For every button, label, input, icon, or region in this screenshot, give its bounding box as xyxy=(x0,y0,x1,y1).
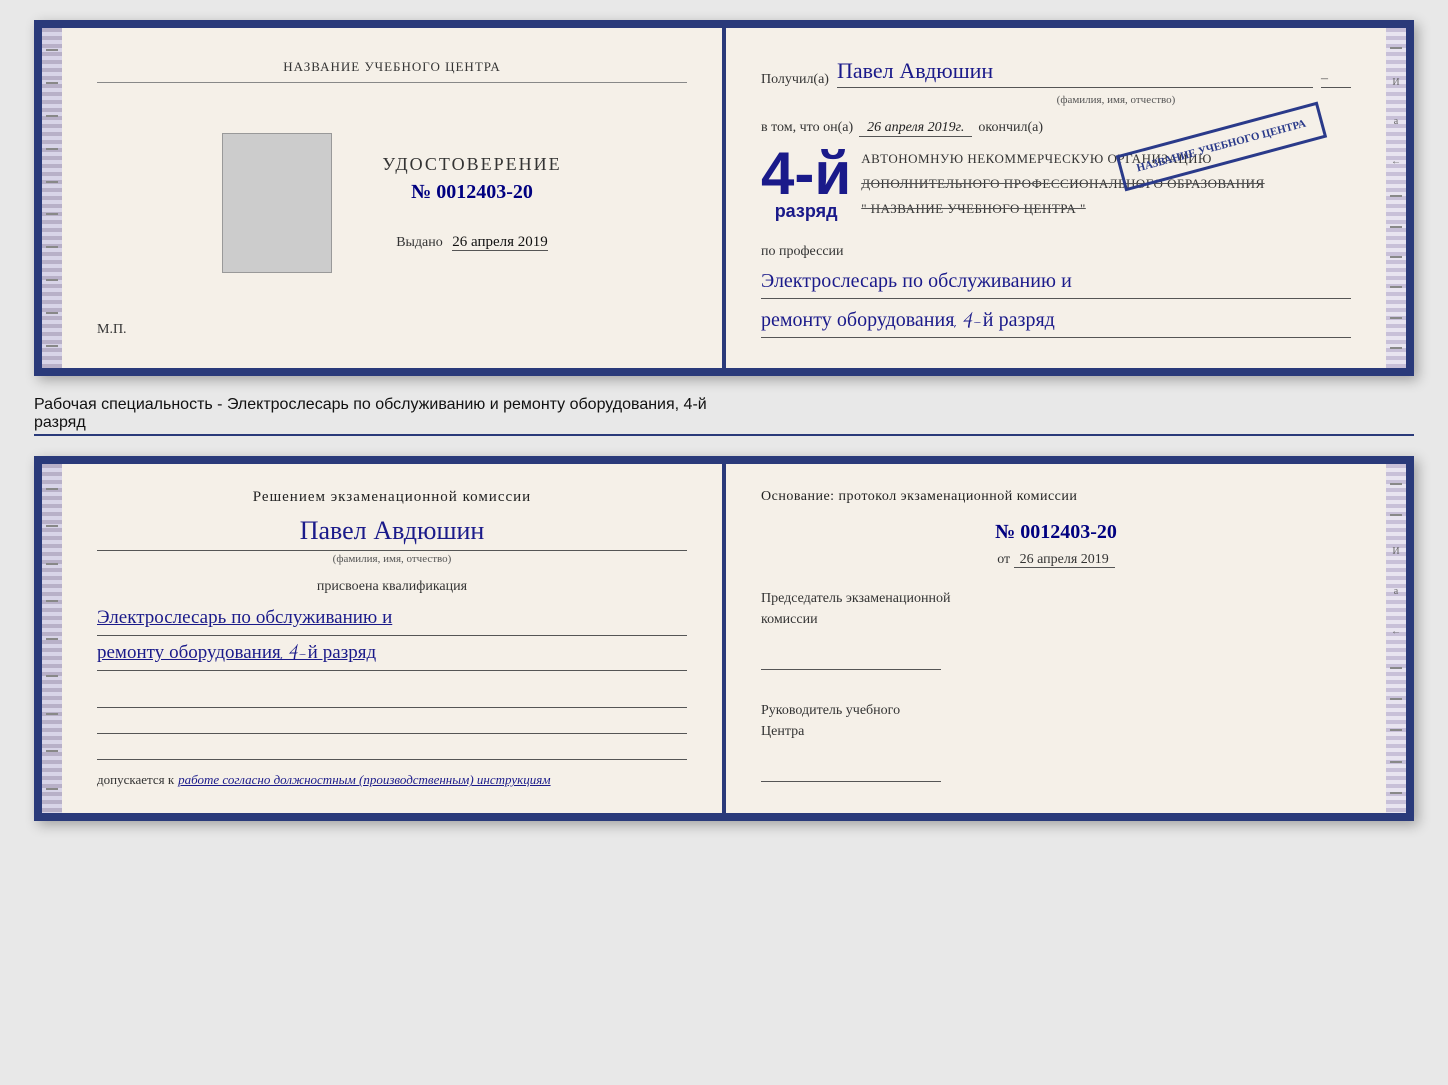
cert-info: УДОСТОВЕРЕНИЕ № 0012403-20 Выдано 26 апр… xyxy=(382,154,561,251)
sig-line-3 xyxy=(97,738,687,760)
decision-title: Решением экзаменационной комиссии xyxy=(97,489,687,506)
issued-line: Выдано 26 апреля 2019 xyxy=(382,234,561,251)
razryad-org-block: 4-й разряд АВТОНОМНУЮ НЕКОММЕРЧЕСКУЮ ОРГ… xyxy=(761,147,1351,222)
bottom-fio-label: (фамилия, имя, отчество) xyxy=(97,553,687,565)
razryad-badge: 4-й разряд xyxy=(761,147,851,222)
profession-line2: ремонту оборудования, 4-й разряд xyxy=(761,303,1351,338)
bottom-right-outer-spine: И а ← xyxy=(1386,464,1406,813)
cert-title-label: УДОСТОВЕРЕНИЕ xyxy=(382,154,561,175)
qual-line1: Электрослесарь по обслуживанию и xyxy=(97,601,687,636)
protocol-number: № 0012403-20 xyxy=(761,521,1351,544)
bottom-booklet: Решением экзаменационной комиссии Павел … xyxy=(34,456,1414,821)
left-main-content: УДОСТОВЕРЕНИЕ № 0012403-20 Выдано 26 апр… xyxy=(97,133,687,273)
dopuskaetsya-block: допускается к работе согласно должностны… xyxy=(97,772,687,788)
org-line1: АВТОНОМНУЮ НЕКОММЕРЧЕСКУЮ ОРГАНИЗАЦИЮ xyxy=(861,147,1264,172)
issued-date: 26 апреля 2019 xyxy=(452,234,548,251)
vtom-row: в том, что он(а) 26 апреля 2019г. окончи… xyxy=(761,120,1351,137)
specialty-line2: разряд xyxy=(34,414,1414,436)
dopuskaetsya-value: работе согласно должностным (производств… xyxy=(178,772,550,788)
recipient-name: Павел Авдюшин xyxy=(837,58,1313,88)
bottom-booklet-left-page: Решением экзаменационной комиссии Павел … xyxy=(62,464,726,813)
org-block: АВТОНОМНУЮ НЕКОММЕРЧЕСКУЮ ОРГАНИЗАЦИЮ ДО… xyxy=(861,147,1264,221)
mp-label: М.П. xyxy=(97,322,127,338)
okonchil-label: окончил(а) xyxy=(978,120,1043,136)
sig-line-1 xyxy=(97,686,687,708)
dopuskaetsya-label: допускается к xyxy=(97,772,174,788)
bottom-booklet-right-page: Основание: протокол экзаменационной коми… xyxy=(726,464,1386,813)
cert-number: № 0012403-20 xyxy=(382,181,561,204)
sig-line-2 xyxy=(97,712,687,734)
photo-placeholder xyxy=(222,133,332,273)
vtom-date: 26 апреля 2019г. xyxy=(859,120,972,137)
right-outer-spine: И а ← xyxy=(1386,28,1406,368)
rukovoditel-sig-line xyxy=(761,762,941,782)
prisvoena-label: присвоена квалификация xyxy=(97,579,687,595)
specialty-line1: Рабочая специальность - Электрослесарь п… xyxy=(34,396,1414,414)
predsedatel-title: Председатель экзаменационной комиссии xyxy=(761,588,1351,630)
received-line: Получил(а) Павел Авдюшин – xyxy=(761,58,1351,88)
rukovoditel-title: Руководитель учебного Центра xyxy=(761,700,1351,742)
received-label: Получил(а) xyxy=(761,72,829,88)
issued-label: Выдано xyxy=(396,235,443,250)
predsedatel-block: Председатель экзаменационной комиссии xyxy=(761,588,1351,670)
vtom-label: в том, что он(а) xyxy=(761,120,853,136)
bottom-person-name: Павел Авдюшин xyxy=(97,516,687,551)
bottom-left-outer-spine xyxy=(42,464,62,813)
left-outer-spine xyxy=(42,28,62,368)
predsedatel-sig-line xyxy=(761,650,941,670)
fio-label-top: (фамилия, имя, отчество) xyxy=(881,94,1351,106)
org-line2: ДОПОЛНИТЕЛЬНОГО ПРОФЕССИОНАЛЬНОГО ОБРАЗО… xyxy=(861,172,1264,197)
razryad-number: 4-й xyxy=(761,147,851,201)
predsedatel-label2: комиссии xyxy=(761,612,818,627)
qual-line2: ремонту оборудования, 4-й разряд xyxy=(97,636,687,671)
po-professii-label: по профессии xyxy=(761,244,1351,260)
rukovoditel-label: Руководитель учебного xyxy=(761,703,900,718)
org-name-top: НАЗВАНИЕ УЧЕБНОГО ЦЕНТРА xyxy=(283,59,500,74)
top-booklet: НАЗВАНИЕ УЧЕБНОГО ЦЕНТРА УДОСТОВЕРЕНИЕ №… xyxy=(34,20,1414,376)
top-booklet-right-page: Получил(а) Павел Авдюшин – (фамилия, имя… xyxy=(726,28,1386,368)
org-line3: " НАЗВАНИЕ УЧЕБНОГО ЦЕНТРА " xyxy=(861,197,1264,222)
osnovanie-title: Основание: протокол экзаменационной коми… xyxy=(761,489,1351,505)
po-professii-block: по профессии Электрослесарь по обслужива… xyxy=(761,244,1351,338)
specialty-text-block: Рабочая специальность - Электрослесарь п… xyxy=(34,396,1414,436)
predsedatel-label: Председатель экзаменационной xyxy=(761,591,950,606)
top-booklet-left-page: НАЗВАНИЕ УЧЕБНОГО ЦЕНТРА УДОСТОВЕРЕНИЕ №… xyxy=(62,28,726,368)
ot-date: от 26 апреля 2019 xyxy=(761,552,1351,568)
rukovoditel-block: Руководитель учебного Центра xyxy=(761,700,1351,782)
ot-date-value: 26 апреля 2019 xyxy=(1014,552,1115,568)
rukovoditel-label2: Центра xyxy=(761,724,804,739)
profession-line1: Электрослесарь по обслуживанию и xyxy=(761,264,1351,299)
signature-lines xyxy=(97,686,687,760)
ot-label: от xyxy=(997,552,1010,567)
razryad-word: разряд xyxy=(775,201,838,222)
